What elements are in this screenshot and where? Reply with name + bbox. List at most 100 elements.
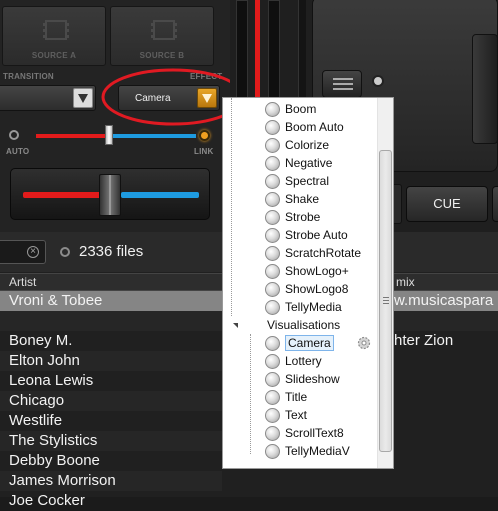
popup-item-slideshow[interactable]: Slideshow bbox=[265, 370, 340, 388]
popup-item-label: ScratchRotate bbox=[285, 246, 362, 260]
popup-item-tellymedia[interactable]: TellyMedia bbox=[265, 298, 342, 316]
bulb-icon bbox=[265, 137, 280, 153]
popup-item-camera[interactable]: Camera bbox=[265, 334, 334, 352]
popup-item-tellymediav[interactable]: TellyMediaV bbox=[265, 442, 350, 460]
link-label: LINK bbox=[194, 147, 214, 156]
play-button[interactable] bbox=[492, 186, 498, 222]
popup-item-spectral[interactable]: Spectral bbox=[265, 172, 329, 190]
search-input[interactable] bbox=[0, 240, 46, 264]
bulb-icon bbox=[265, 191, 280, 207]
column-header-remix-label: mix bbox=[396, 275, 415, 289]
tree-guide bbox=[250, 334, 251, 454]
popup-item-boom[interactable]: Boom bbox=[265, 100, 316, 118]
table-row[interactable]: Vroni & Tobee bbox=[0, 291, 222, 311]
popup-item-label: TellyMediaV bbox=[285, 444, 350, 458]
transition-label: TRANSITION bbox=[3, 72, 54, 81]
popup-item-lottery[interactable]: Lottery bbox=[265, 352, 322, 370]
bulb-icon bbox=[265, 155, 280, 171]
popup-item-label: ShowLogo+ bbox=[285, 264, 349, 278]
popup-item-label: Camera bbox=[285, 335, 334, 351]
table-row[interactable]: Leona Lewis bbox=[0, 371, 222, 391]
transition-dropdown[interactable] bbox=[0, 85, 96, 111]
gear-icon[interactable] bbox=[356, 335, 372, 351]
table-cell-remix[interactable]: hter Zion bbox=[394, 331, 498, 351]
deck-knob[interactable] bbox=[322, 70, 362, 98]
effect-popup-menu[interactable]: Boom Boom Auto Colorize Negative Spectra… bbox=[222, 97, 394, 469]
auto-led[interactable] bbox=[9, 130, 19, 140]
film-icon bbox=[151, 20, 177, 40]
right-handle[interactable] bbox=[472, 34, 498, 144]
bulb-icon bbox=[265, 209, 280, 225]
transition-dropdown-arrow[interactable] bbox=[73, 88, 93, 108]
popup-item-scrolltext8[interactable]: ScrollText8 bbox=[265, 424, 344, 442]
popup-item-shake[interactable]: Shake bbox=[265, 190, 319, 208]
popup-item-label: ShowLogo8 bbox=[285, 282, 349, 296]
popup-item-label: Shake bbox=[285, 192, 320, 206]
bulb-icon bbox=[265, 245, 280, 261]
popup-scrollbar-thumb[interactable] bbox=[379, 150, 392, 452]
popup-group-visualisations[interactable]: Visualisations bbox=[267, 318, 340, 332]
clear-search-icon[interactable]: × bbox=[27, 246, 39, 258]
popup-item-colorize[interactable]: Colorize bbox=[265, 136, 329, 154]
popup-item-strobe[interactable]: Strobe bbox=[265, 208, 320, 226]
popup-item-label: TellyMedia bbox=[285, 300, 342, 314]
bulb-icon bbox=[265, 389, 280, 405]
auto-label: AUTO bbox=[6, 147, 30, 156]
bulb-icon bbox=[265, 281, 280, 297]
table-row[interactable]: James Morrison bbox=[0, 471, 222, 491]
table-row[interactable]: Westlife bbox=[0, 411, 222, 431]
column-header-artist[interactable]: Artist bbox=[0, 273, 222, 291]
crossfader-slider[interactable] bbox=[36, 125, 196, 145]
bulb-icon bbox=[265, 263, 280, 279]
popup-item-showlogo-plus[interactable]: ShowLogo+ bbox=[265, 262, 349, 280]
pitch-red-line bbox=[255, 0, 260, 100]
bulb-icon bbox=[265, 173, 280, 189]
popup-item-scratch-rotate[interactable]: ScratchRotate bbox=[265, 244, 361, 262]
source-a-tile[interactable]: SOURCE A bbox=[2, 6, 106, 66]
popup-item-text[interactable]: Text bbox=[265, 406, 307, 424]
table-row[interactable]: Joe Cocker bbox=[0, 491, 222, 511]
popup-item-strobe-auto[interactable]: Strobe Auto bbox=[265, 226, 348, 244]
popup-item-label: Slideshow bbox=[285, 372, 340, 386]
popup-item-negative[interactable]: Negative bbox=[265, 154, 332, 172]
film-icon bbox=[43, 20, 69, 40]
source-b-label: SOURCE B bbox=[139, 51, 185, 60]
main-crossfader[interactable] bbox=[10, 168, 210, 220]
cue-button[interactable]: CUE bbox=[406, 186, 488, 222]
link-led[interactable] bbox=[199, 130, 210, 141]
popup-item-label: Spectral bbox=[285, 174, 330, 188]
pitch-track bbox=[236, 0, 248, 100]
popup-item-boom-auto[interactable]: Boom Auto bbox=[265, 118, 344, 136]
table-row[interactable]: Elton John bbox=[0, 351, 222, 371]
channel-strip bbox=[298, 0, 306, 100]
chevron-down-icon bbox=[78, 93, 88, 103]
popup-item-showlogo8[interactable]: ShowLogo8 bbox=[265, 280, 348, 298]
popup-scrollbar[interactable] bbox=[377, 98, 393, 468]
crossfader-handle[interactable] bbox=[105, 125, 113, 145]
collapse-arrow-icon[interactable] bbox=[233, 323, 238, 328]
bulb-icon bbox=[265, 425, 280, 441]
bulb-icon bbox=[265, 371, 280, 387]
bulb-icon bbox=[265, 353, 280, 369]
table-cell-remix[interactable]: w.musicaspara bbox=[394, 291, 498, 311]
deck-led[interactable] bbox=[372, 75, 384, 87]
popup-item-title[interactable]: Title bbox=[265, 388, 307, 406]
table-row[interactable]: The Stylistics bbox=[0, 431, 222, 451]
crossfader-right-track bbox=[112, 134, 196, 138]
main-crossfader-handle[interactable] bbox=[99, 174, 121, 216]
popup-item-label: Title bbox=[285, 390, 308, 404]
files-led bbox=[60, 247, 70, 257]
main-crossfader-right-track bbox=[121, 192, 199, 198]
column-header-remix[interactable]: mix bbox=[394, 273, 498, 291]
popup-item-label: Strobe Auto bbox=[285, 228, 348, 242]
popup-item-label: Boom bbox=[285, 102, 317, 116]
table-row[interactable]: Boney M. bbox=[0, 331, 222, 351]
table-row[interactable]: Chicago bbox=[0, 391, 222, 411]
bulb-icon bbox=[265, 101, 280, 117]
source-b-tile[interactable]: SOURCE B bbox=[110, 6, 214, 66]
bulb-icon bbox=[265, 299, 280, 315]
table-row[interactable]: Debby Boone bbox=[0, 451, 222, 471]
popup-item-label: Colorize bbox=[285, 138, 330, 152]
crossfader-left-track bbox=[36, 134, 108, 138]
popup-item-label: Boom Auto bbox=[285, 120, 344, 134]
